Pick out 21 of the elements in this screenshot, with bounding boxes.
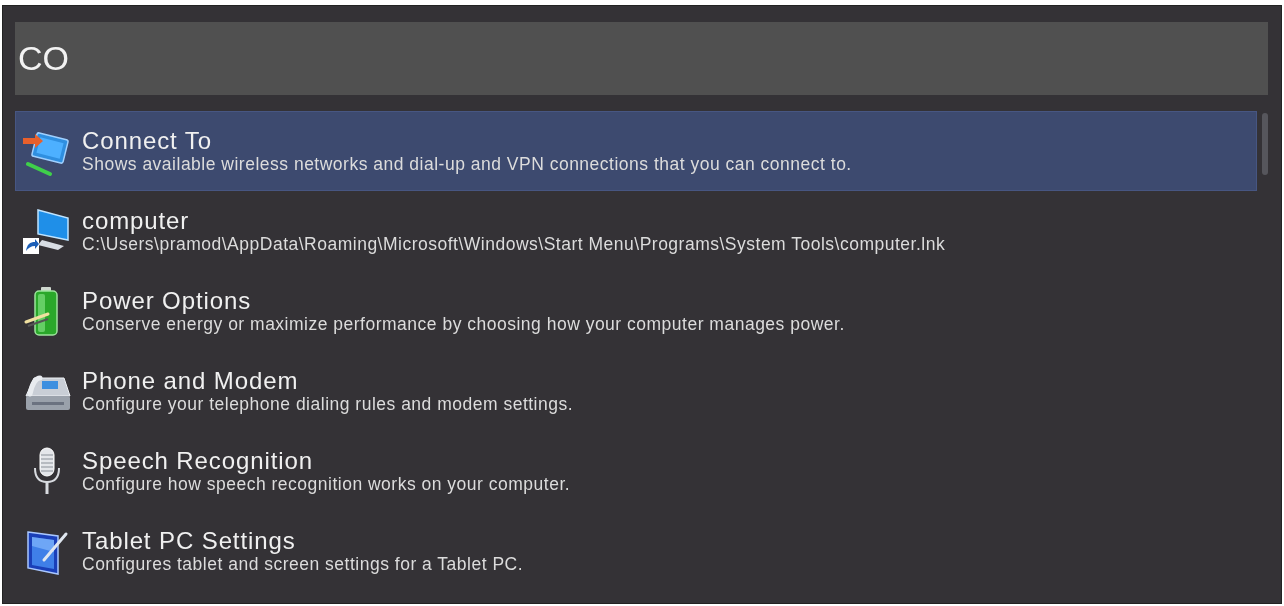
result-item[interactable]: Power Options Conserve energy or maximize performance by choosing how your computer manages power. — [15, 271, 1257, 351]
search-field[interactable]: CO — [15, 22, 1268, 95]
result-description: C:\Users\pramod\AppData\Roaming\Microsoft\Windows\Start Menu\Programs\System Tools\computer.lnk — [82, 234, 946, 254]
result-item[interactable]: Connect To Shows available wireless networks and dial-up and VPN connections that you can connect to. — [15, 111, 1257, 191]
result-description: Configures tablet and screen settings for a Tablet PC. — [82, 554, 524, 574]
result-item[interactable]: Speech Recognition Configure how speech recognition works on your computer. — [15, 431, 1257, 511]
result-title: Power Options — [82, 288, 253, 314]
result-item[interactable]: Phone and Modem Configure your telephone dialing rules and modem settings. — [15, 351, 1257, 431]
result-title: Speech Recognition — [82, 448, 315, 474]
result-description: Shows available wireless networks and dial-up and VPN connections that you can connect to. — [82, 154, 852, 174]
result-title: Tablet PC Settings — [82, 528, 297, 554]
result-description: Configure your telephone dialing rules and modem settings. — [82, 394, 574, 414]
result-description: Conserve energy or maximize performance by choosing how your computer manages power. — [82, 314, 845, 334]
result-title: Phone and Modem — [82, 368, 300, 394]
monitor-shortcut-icon — [22, 206, 72, 256]
result-item[interactable]: computer C:\Users\pramod\AppData\Roaming\Microsoft\Windows\Start Menu\Programs\System Tools\computer.lnk — [15, 191, 1257, 271]
result-description: Configure how speech recognition works on your computer. — [82, 474, 571, 494]
result-item[interactable]: Tablet PC Settings Configures tablet and screen settings for a Tablet PC. — [15, 511, 1257, 591]
scrollbar-thumb[interactable] — [1262, 113, 1268, 175]
result-title: Connect To — [82, 128, 213, 154]
result-title: computer — [82, 208, 191, 234]
